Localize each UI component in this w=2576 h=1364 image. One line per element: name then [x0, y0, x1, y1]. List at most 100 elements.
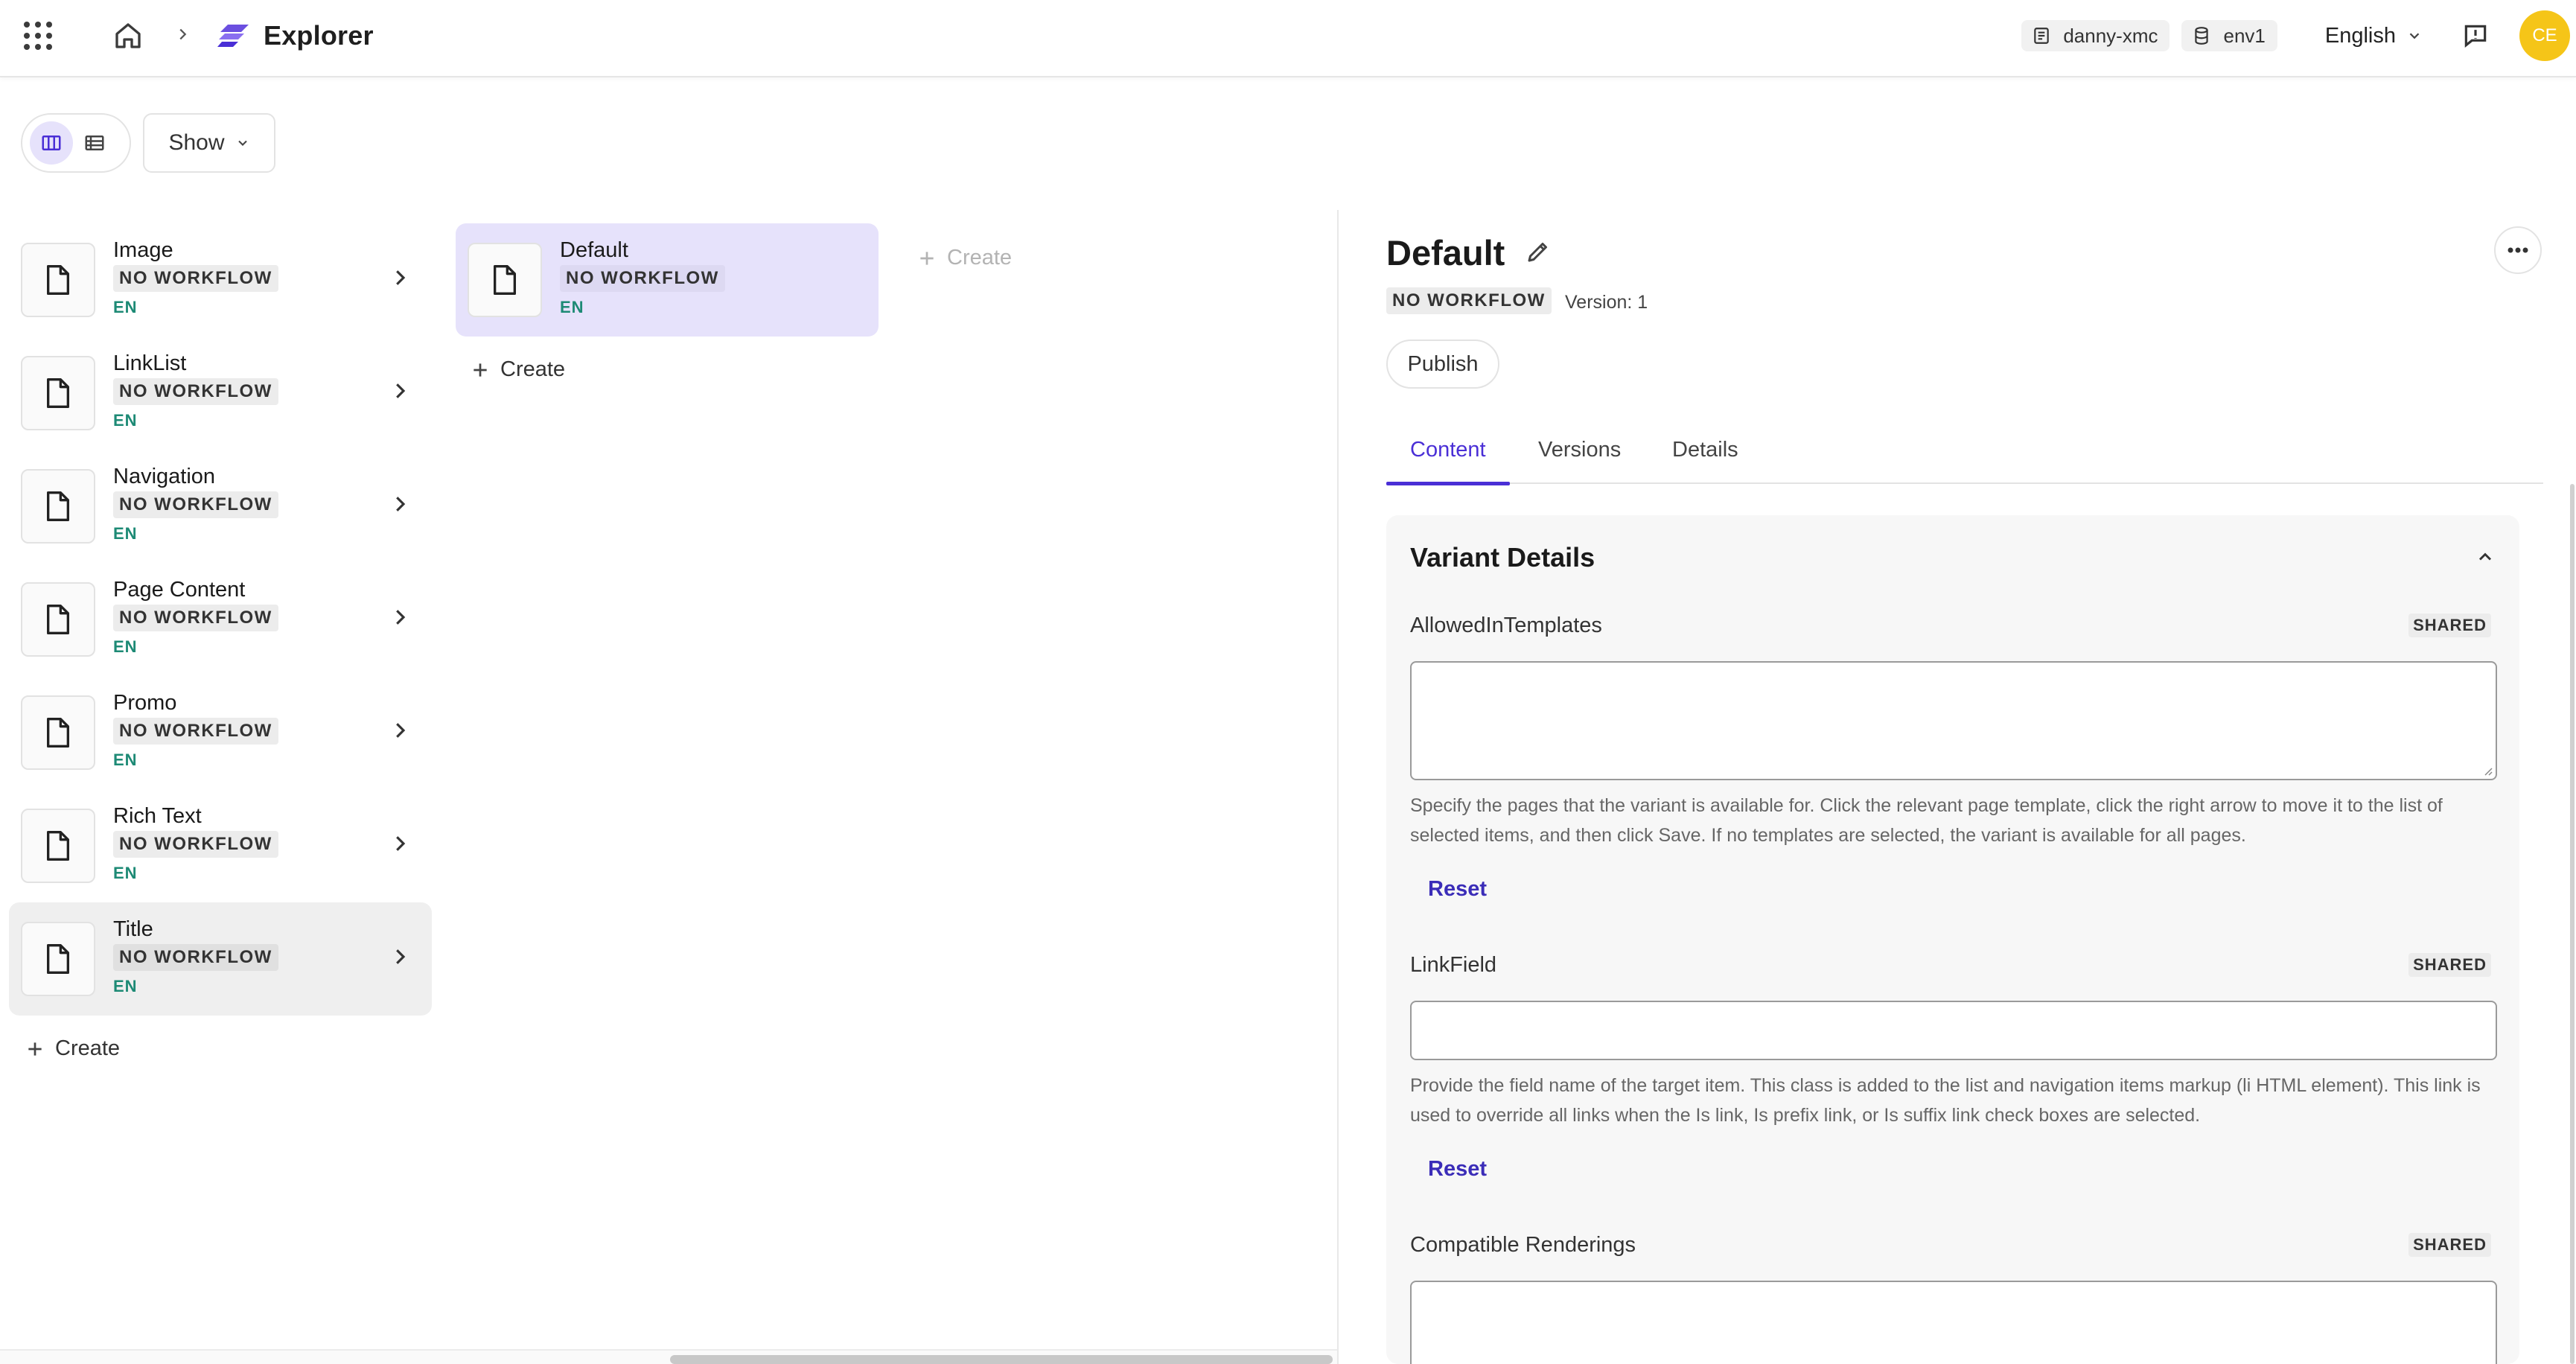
app-switcher-button[interactable]: [24, 22, 52, 50]
site-chip[interactable]: danny-xmc: [2021, 20, 2170, 51]
language-code: EN: [113, 524, 138, 543]
list-item-default[interactable]: Default NO WORKFLOW EN: [456, 223, 879, 337]
column-view-button[interactable]: [30, 121, 73, 165]
chevron-right-icon: [396, 610, 406, 625]
reset-button[interactable]: Reset: [1428, 877, 1487, 902]
linkfield-input[interactable]: [1410, 1001, 2497, 1060]
home-icon: [115, 23, 141, 48]
horizontal-scrollbar-thumb[interactable]: [670, 1355, 1333, 1364]
variant-details-section: Variant Details AllowedInTemplates SHARE…: [1386, 515, 2519, 1364]
item-name: Image: [113, 238, 173, 262]
plus-icon: [28, 1042, 42, 1056]
field-label-allowedintemplates: AllowedInTemplates: [1410, 614, 1602, 637]
chevron-right-icon: [396, 270, 406, 285]
workflow-badge: NO WORKFLOW: [113, 718, 278, 745]
chevron-down-icon: [2409, 33, 2420, 39]
document-icon: [21, 922, 95, 996]
table-view-button[interactable]: [73, 121, 116, 165]
tab-versions[interactable]: Versions: [1538, 438, 1621, 484]
vertical-scrollbar[interactable]: [2570, 484, 2575, 1364]
panel-divider[interactable]: [1337, 210, 1339, 1364]
feedback-button[interactable]: [2461, 22, 2490, 50]
user-avatar[interactable]: CE: [2519, 10, 2570, 61]
workflow-badge: NO WORKFLOW: [113, 605, 278, 631]
list-item-navigation[interactable]: Navigation NO WORKFLOW EN: [9, 450, 432, 563]
field-help-text: Provide the field name of the target ite…: [1410, 1075, 2481, 1126]
section-title: Variant Details: [1410, 542, 1595, 573]
item-name: Default: [560, 238, 628, 262]
more-options-button[interactable]: [2494, 226, 2542, 274]
create-label: Create: [947, 246, 1013, 270]
language-selector[interactable]: English: [2325, 24, 2423, 48]
home-button[interactable]: [113, 21, 143, 51]
list-item-image[interactable]: Image NO WORKFLOW EN: [9, 223, 432, 337]
list-item-rich-text[interactable]: Rich Text NO WORKFLOW EN: [9, 789, 432, 902]
top-bar: Explorer danny-xmc env1 English CE: [0, 0, 2576, 77]
top-bar-right: danny-xmc env1 English CE: [2021, 0, 2576, 71]
chevron-down-icon: [237, 140, 247, 146]
item-name: Navigation: [113, 465, 216, 488]
table-icon: [85, 136, 104, 150]
document-icon: [21, 809, 95, 883]
tab-details[interactable]: Details: [1672, 438, 1738, 484]
show-dropdown[interactable]: Show: [143, 113, 275, 173]
list-item-title[interactable]: Title NO WORKFLOW EN: [9, 902, 432, 1016]
chevron-right-icon: [396, 723, 406, 738]
plus-icon: [474, 363, 487, 377]
field-label-linkfield: LinkField: [1410, 953, 1497, 977]
collapse-section-button[interactable]: [2475, 546, 2496, 571]
language-code: EN: [113, 411, 138, 430]
item-name: Promo: [113, 691, 177, 715]
compatible-renderings-field[interactable]: [1410, 1281, 2497, 1364]
tab-content[interactable]: Content: [1386, 438, 1510, 485]
document-icon: [21, 582, 95, 657]
site-icon: [2034, 28, 2050, 44]
language-code: EN: [560, 298, 584, 316]
language-code: EN: [113, 977, 138, 995]
language-code: EN: [113, 298, 138, 316]
create-button-column2[interactable]: Create: [471, 357, 565, 382]
reset-button[interactable]: Reset: [1428, 1157, 1487, 1182]
item-name: Rich Text: [113, 804, 202, 828]
details-tabs: Content Versions Details: [1386, 433, 2543, 485]
language-code: EN: [113, 637, 138, 656]
document-icon: [468, 243, 542, 317]
apps-grid-icon: [24, 22, 52, 50]
list-item-linklist[interactable]: LinkList NO WORKFLOW EN: [9, 337, 432, 450]
breadcrumb-chevron-icon: [174, 26, 191, 46]
workflow-badge: NO WORKFLOW: [113, 831, 278, 858]
document-icon: [21, 243, 95, 317]
breadcrumb-explorer[interactable]: Explorer: [217, 20, 374, 51]
workflow-badge: NO WORKFLOW: [113, 265, 278, 292]
resize-handle-icon[interactable]: [2482, 765, 2493, 776]
workflow-badge: NO WORKFLOW: [1386, 287, 1552, 314]
edit-title-button[interactable]: [1525, 238, 1552, 269]
app-title: Explorer: [264, 20, 374, 51]
templates-column: Image NO WORKFLOW EN LinkList NO WORKFLO…: [9, 223, 432, 1016]
create-button-column1[interactable]: Create: [25, 1036, 120, 1061]
environment-chip-label: env1: [2223, 24, 2266, 47]
create-button-column3[interactable]: Create: [917, 246, 1012, 270]
item-name: Page Content: [113, 578, 246, 602]
create-label: Create: [500, 357, 566, 381]
view-toggle: [21, 113, 131, 173]
list-item-promo[interactable]: Promo NO WORKFLOW EN: [9, 676, 432, 789]
field-label-compatible-renderings: Compatible Renderings: [1410, 1233, 1636, 1257]
version-label: Version: 1: [1565, 292, 1648, 313]
shared-badge: SHARED: [2408, 1233, 2491, 1257]
pencil-icon: [1528, 243, 1547, 262]
chevron-right-icon: [396, 383, 406, 398]
chevron-right-icon: [396, 949, 406, 964]
item-name: Title: [113, 917, 153, 941]
list-item-page-content[interactable]: Page Content NO WORKFLOW EN: [9, 563, 432, 676]
create-label: Create: [55, 1036, 121, 1060]
publish-button[interactable]: Publish: [1386, 340, 1499, 389]
allowedintemplates-field[interactable]: [1410, 661, 2497, 780]
field-help-text: Specify the pages that the variant is av…: [1410, 795, 2443, 846]
item-name: LinkList: [113, 351, 187, 375]
show-dropdown-label: Show: [168, 130, 225, 155]
explorer-logo-icon: [217, 25, 249, 47]
plus-icon: [920, 251, 934, 265]
site-chip-label: danny-xmc: [2063, 24, 2158, 47]
environment-chip[interactable]: env1: [2181, 20, 2277, 51]
